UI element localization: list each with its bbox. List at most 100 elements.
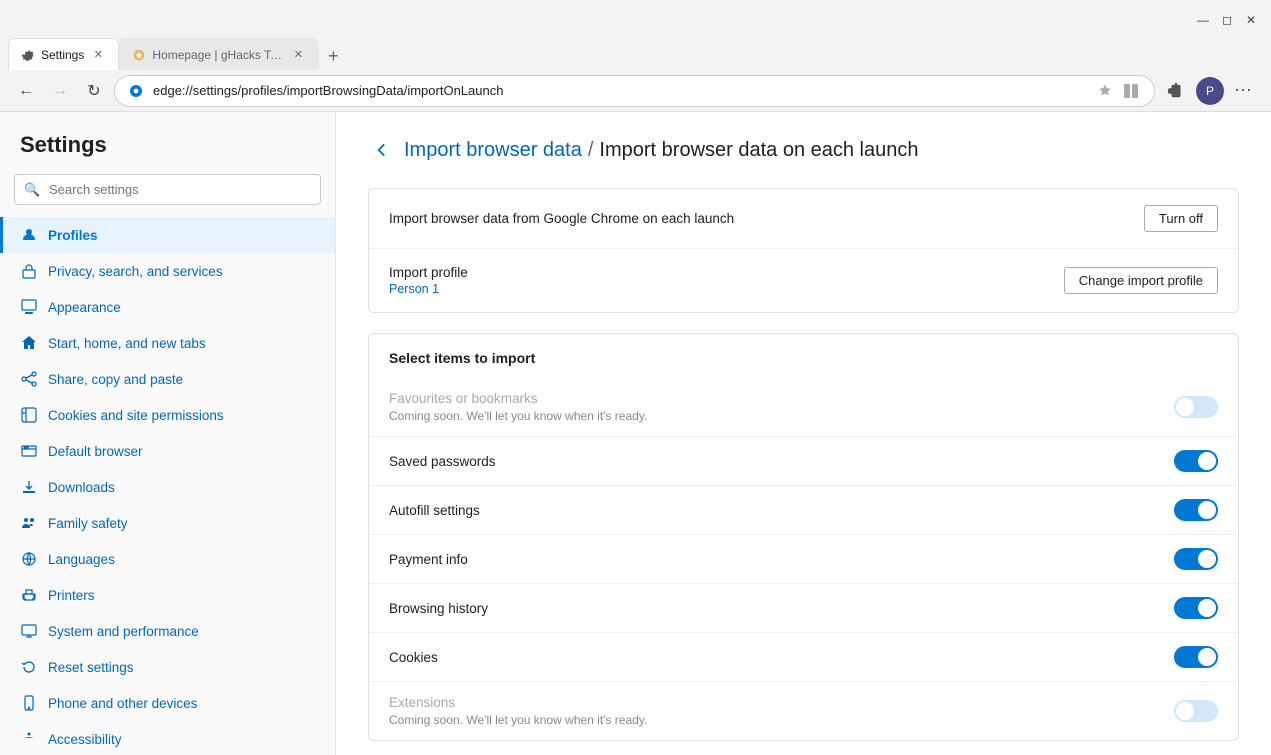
import-item-passwords: Saved passwords (369, 437, 1238, 486)
sidebar-item-phone[interactable]: Phone and other devices (0, 685, 335, 721)
payment-label: Payment info (389, 552, 468, 567)
nav-right-buttons: P ⋯ (1161, 76, 1259, 106)
settings-tab-close[interactable]: ✕ (90, 47, 106, 63)
sidebar-item-label: Profiles (48, 228, 98, 243)
new-tab-button[interactable]: + (319, 42, 347, 70)
payment-toggle[interactable] (1174, 548, 1218, 570)
sidebar-item-default-browser[interactable]: Default browser (0, 433, 335, 469)
settings-tab-title: Settings (41, 48, 84, 62)
sidebar-item-start-home[interactable]: Start, home, and new tabs (0, 325, 335, 361)
sidebar-item-reset[interactable]: Reset settings (0, 649, 335, 685)
import-source-info: Import browser data from Google Chrome o… (389, 211, 1144, 226)
sidebar-item-privacy[interactable]: Privacy, search, and services (0, 253, 335, 289)
favourites-toggle[interactable] (1174, 396, 1218, 418)
breadcrumb-link[interactable]: Import browser data (404, 139, 582, 162)
search-input[interactable] (14, 174, 321, 205)
back-button[interactable]: ← (12, 77, 40, 105)
payment-slider (1174, 548, 1218, 570)
ghacks-tab-close[interactable]: ✕ (290, 47, 306, 63)
restore-button[interactable]: ◻ (1219, 12, 1235, 28)
extensions-toggle[interactable] (1174, 700, 1218, 722)
sidebar-item-label: Reset settings (48, 660, 134, 675)
tab-ghacks[interactable]: Homepage | gHacks Technology ✕ (119, 38, 319, 70)
autofill-toggle[interactable] (1174, 499, 1218, 521)
import-source-row: Import browser data from Google Chrome o… (369, 189, 1238, 249)
minimize-button[interactable]: — (1195, 12, 1211, 28)
sidebar-item-label: System and performance (48, 624, 199, 639)
import-item-favourites: Favourites or bookmarks Coming soon. We'… (369, 378, 1238, 437)
sidebar-item-languages[interactable]: Languages (0, 541, 335, 577)
address-bar[interactable]: edge://settings/profiles/importBrowsingD… (114, 75, 1155, 107)
history-slider (1174, 597, 1218, 619)
import-profile-label: Import profile (389, 265, 1064, 280)
import-item-autofill: Autofill settings (369, 486, 1238, 535)
sidebar-item-label: Family safety (48, 516, 128, 531)
autofill-info: Autofill settings (389, 503, 480, 518)
default-browser-icon (20, 442, 38, 460)
passwords-label: Saved passwords (389, 454, 496, 469)
cookies-toggle[interactable] (1174, 646, 1218, 668)
passwords-toggle[interactable] (1174, 450, 1218, 472)
ghacks-tab-icon (132, 48, 146, 62)
content-area: Import browser data / Import browser dat… (336, 112, 1271, 755)
close-button[interactable]: ✕ (1243, 12, 1259, 28)
sidebar-item-label: Phone and other devices (48, 696, 197, 711)
history-label: Browsing history (389, 601, 488, 616)
turn-off-button[interactable]: Turn off (1144, 205, 1218, 232)
favourites-info: Favourites or bookmarks Coming soon. We'… (389, 391, 647, 423)
sidebar-item-share[interactable]: Share, copy and paste (0, 361, 335, 397)
sidebar-item-profiles[interactable]: Profiles (0, 217, 335, 253)
sidebar-item-label: Share, copy and paste (48, 372, 183, 387)
import-profile-value: Person 1 (389, 282, 1064, 296)
page-header: Import browser data / Import browser dat… (368, 136, 1239, 164)
window-controls: — ◻ ✕ (1195, 12, 1259, 28)
payment-info: Payment info (389, 552, 468, 567)
sidebar: Settings 🔍 Profiles Privacy, search, and… (0, 112, 336, 755)
nav-bar: ← → ↻ edge://settings/profiles/importBro… (0, 70, 1271, 112)
tab-settings[interactable]: Settings ✕ (8, 38, 119, 70)
sidebar-item-label: Start, home, and new tabs (48, 336, 206, 351)
sidebar-item-printers[interactable]: Printers (0, 577, 335, 613)
printers-icon (20, 586, 38, 604)
reset-icon (20, 658, 38, 676)
import-item-payment: Payment info (369, 535, 1238, 584)
sidebar-item-family-safety[interactable]: Family safety (0, 505, 335, 541)
profiles-icon (20, 226, 38, 244)
passwords-info: Saved passwords (389, 454, 496, 469)
sidebar-item-label: Downloads (48, 480, 115, 495)
browser-chrome: — ◻ ✕ Settings ✕ Homepage | gHacks Techn… (0, 0, 1271, 112)
edge-logo-icon (127, 82, 145, 100)
address-url-text: edge://settings/profiles/importBrowsingD… (153, 83, 1086, 98)
sidebar-item-cookies[interactable]: Cookies and site permissions (0, 397, 335, 433)
favorites-icon[interactable] (1094, 80, 1116, 102)
back-to-import-button[interactable] (368, 136, 396, 164)
sidebar-item-label: Privacy, search, and services (48, 264, 223, 279)
sidebar-item-label: Languages (48, 552, 115, 567)
profile-button[interactable]: P (1195, 76, 1225, 106)
extensions-button[interactable] (1161, 76, 1191, 106)
cookies-info: Cookies (389, 650, 438, 665)
sidebar-item-label: Printers (48, 588, 95, 603)
history-toggle[interactable] (1174, 597, 1218, 619)
extensions-label: Extensions (389, 695, 647, 710)
forward-button[interactable]: → (46, 77, 74, 105)
import-profile-info: Import profile Person 1 (389, 265, 1064, 296)
change-import-profile-button[interactable]: Change import profile (1064, 267, 1218, 294)
phone-icon (20, 694, 38, 712)
languages-icon (20, 550, 38, 568)
sidebar-item-system[interactable]: System and performance (0, 613, 335, 649)
sidebar-item-downloads[interactable]: Downloads (0, 469, 335, 505)
sidebar-item-appearance[interactable]: Appearance (0, 289, 335, 325)
sidebar-item-accessibility[interactable]: Accessibility (0, 721, 335, 755)
favourites-sublabel: Coming soon. We'll let you know when it'… (389, 409, 647, 423)
ghacks-tab-title: Homepage | gHacks Technology (152, 48, 284, 62)
split-screen-icon[interactable] (1120, 80, 1142, 102)
refresh-button[interactable]: ↻ (80, 77, 108, 105)
favourites-slider (1174, 396, 1218, 418)
extensions-sublabel: Coming soon. We'll let you know when it'… (389, 713, 647, 727)
import-item-extensions: Extensions Coming soon. We'll let you kn… (369, 682, 1238, 740)
settings-tab-icon (21, 48, 35, 62)
start-home-icon (20, 334, 38, 352)
title-bar: — ◻ ✕ (0, 0, 1271, 34)
settings-more-button[interactable]: ⋯ (1229, 76, 1259, 106)
